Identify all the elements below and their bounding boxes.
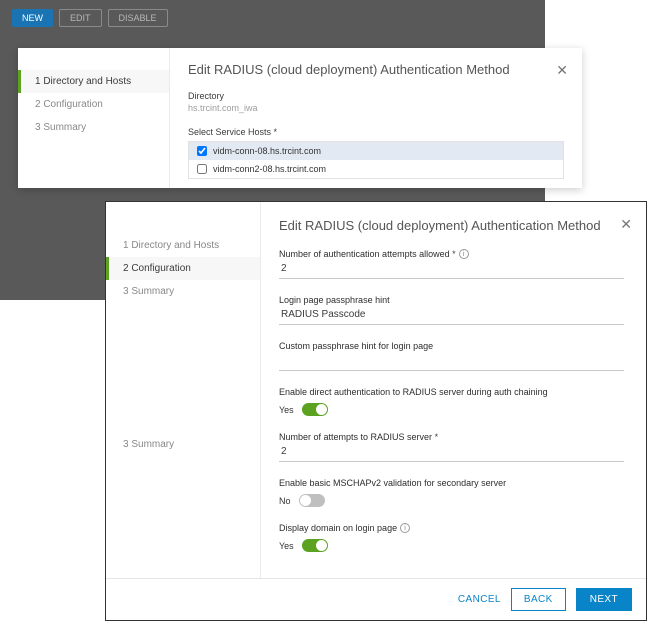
direct-auth-toggle[interactable] <box>302 403 328 416</box>
edit-button[interactable]: EDIT <box>59 9 102 27</box>
wizard-step-summary-lower: 3 Summary <box>106 433 260 456</box>
display-domain-toggle[interactable] <box>302 539 328 552</box>
toggle-state-text: Yes <box>279 541 294 551</box>
modal-content: Edit RADIUS (cloud deployment) Authentic… <box>170 48 582 188</box>
modal-title: Edit RADIUS (cloud deployment) Authentic… <box>279 218 624 233</box>
modal-footer: CANCEL BACK NEXT <box>106 578 646 620</box>
mschap-toggle[interactable] <box>299 494 325 507</box>
wizard-step-directory[interactable]: 1 Directory and Hosts <box>106 234 260 257</box>
wizard-step-summary[interactable]: 3 Summary <box>18 116 169 139</box>
attempts-input[interactable] <box>279 259 624 279</box>
service-hosts-list: vidm-conn-08.hs.trcint.com vidm-conn2-08… <box>188 141 564 179</box>
wizard-step-directory[interactable]: 1 Directory and Hosts <box>18 70 169 93</box>
toolbar: NEW EDIT DISABLE <box>12 9 533 27</box>
modal-configuration: 1 Directory and Hosts 2 Configuration 3 … <box>105 201 647 621</box>
host-name: vidm-conn2-08.hs.trcint.com <box>213 164 326 174</box>
passphrase-hint-input[interactable] <box>279 305 624 325</box>
mschap-label: Enable basic MSCHAPv2 validation for sec… <box>279 478 624 488</box>
toggle-state-text: No <box>279 496 291 506</box>
close-icon[interactable]: ✕ <box>556 62 568 79</box>
toggle-state-text: Yes <box>279 405 294 415</box>
wizard-step-configuration[interactable]: 2 Configuration <box>106 257 260 280</box>
wizard-step-configuration[interactable]: 2 Configuration <box>18 93 169 116</box>
custom-hint-label: Custom passphrase hint for login page <box>279 341 624 351</box>
attempts-label: Number of authentication attempts allowe… <box>279 249 624 259</box>
disable-button[interactable]: DISABLE <box>108 9 168 27</box>
modal-content[interactable]: Edit RADIUS (cloud deployment) Authentic… <box>261 202 646 578</box>
display-domain-label: Display domain on login page i <box>279 523 624 533</box>
modal-body: 1 Directory and Hosts 2 Configuration 3 … <box>106 202 646 578</box>
host-checkbox[interactable] <box>197 164 207 174</box>
new-button[interactable]: NEW <box>12 9 53 27</box>
info-icon[interactable]: i <box>400 523 410 533</box>
passphrase-hint-label: Login page passphrase hint <box>279 295 624 305</box>
host-checkbox[interactable] <box>197 146 207 156</box>
hosts-label: Select Service Hosts * <box>188 127 564 137</box>
info-icon[interactable]: i <box>459 249 469 259</box>
direct-auth-label: Enable direct authentication to RADIUS s… <box>279 387 624 397</box>
service-host-row[interactable]: vidm-conn-08.hs.trcint.com <box>189 142 563 160</box>
next-button[interactable]: NEXT <box>576 588 632 611</box>
server-attempts-input[interactable] <box>279 442 624 462</box>
wizard-nav: 1 Directory and Hosts 2 Configuration 3 … <box>106 202 261 578</box>
server-attempts-label: Number of attempts to RADIUS server <box>279 432 624 442</box>
modal-title: Edit RADIUS (cloud deployment) Authentic… <box>188 62 564 77</box>
service-host-row[interactable]: vidm-conn2-08.hs.trcint.com <box>189 160 563 178</box>
back-button[interactable]: BACK <box>511 588 566 611</box>
wizard-nav: 1 Directory and Hosts 2 Configuration 3 … <box>18 48 170 188</box>
host-name: vidm-conn-08.hs.trcint.com <box>213 146 321 156</box>
custom-hint-input[interactable] <box>279 351 624 371</box>
directory-label: Directory <box>188 91 564 101</box>
modal-directory-hosts: 1 Directory and Hosts 2 Configuration 3 … <box>18 48 582 188</box>
wizard-step-summary-disabled: 3 Summary <box>106 280 260 303</box>
cancel-button[interactable]: CANCEL <box>458 594 501 605</box>
close-icon[interactable]: ✕ <box>620 216 632 233</box>
directory-value: hs.trcint.com_iwa <box>188 103 564 113</box>
